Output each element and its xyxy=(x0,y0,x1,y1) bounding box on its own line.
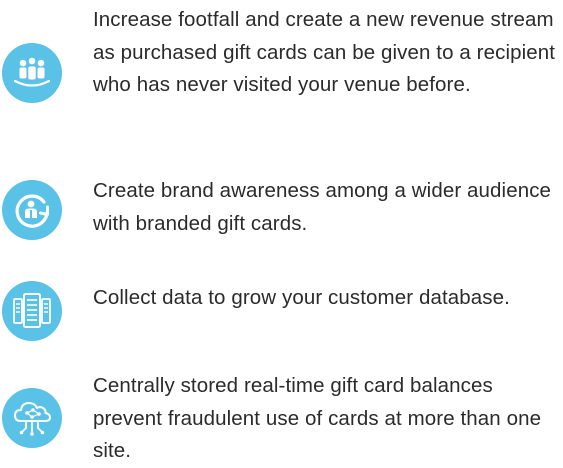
benefit-text-footfall: Increase footfall and create a new reven… xyxy=(93,8,556,96)
benefit-text-collect-data: Collect data to grow your customer datab… xyxy=(93,286,510,309)
benefit-text-central-balances: Centrally stored real-time gift card bal… xyxy=(93,374,542,462)
database-servers-icon xyxy=(2,281,62,341)
people-group-icon xyxy=(2,43,62,103)
benefits-list: Increase footfall and create a new reven… xyxy=(0,0,563,465)
audience-reach-icon xyxy=(2,180,62,240)
benefit-text-brand-awareness: Create brand awareness among a wider aud… xyxy=(93,179,552,235)
cloud-network-icon xyxy=(2,388,62,448)
